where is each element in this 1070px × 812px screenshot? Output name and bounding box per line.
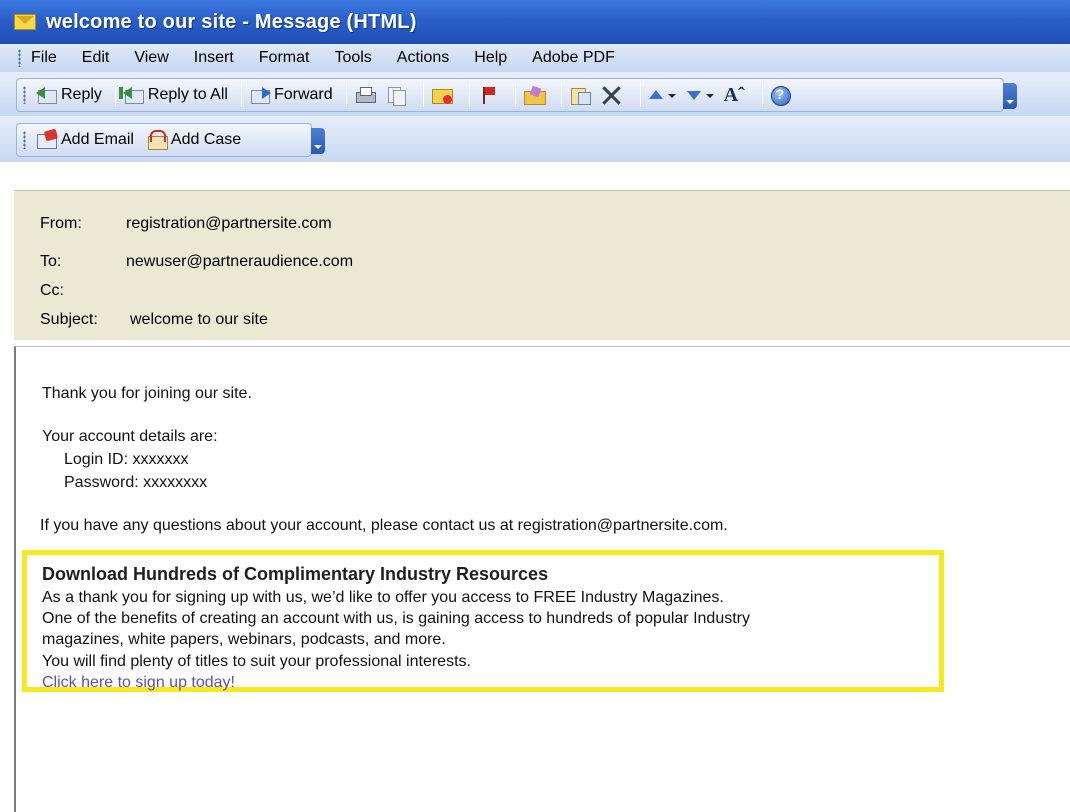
toolbar-separator: [639, 83, 641, 107]
add-email-label: Add Email: [61, 131, 134, 148]
toolbar-separator: [514, 83, 516, 107]
menu-edit[interactable]: Edit: [82, 49, 110, 67]
toolbar-separator: [114, 83, 116, 107]
forward-label: Forward: [273, 86, 333, 103]
toolbar-separator: [761, 83, 763, 107]
body-password: Password: xxxxxxxx: [64, 474, 208, 491]
delete-icon: [600, 85, 624, 105]
reply-all-button[interactable]: Reply to All: [122, 85, 228, 105]
toolbar-grip-icon[interactable]: [23, 86, 26, 104]
menu-format[interactable]: Format: [259, 49, 310, 67]
move-to-folder-button[interactable]: [569, 85, 594, 105]
forward-icon: [249, 85, 271, 105]
add-email-button[interactable]: Add Email: [36, 130, 134, 150]
body-login-id: Login ID: xxxxxxx: [64, 451, 189, 468]
toolbar-separator: [468, 83, 470, 107]
chevron-down-icon: [705, 85, 715, 105]
title-bar: welcome to our site - Message (HTML): [0, 0, 1070, 44]
menu-actions[interactable]: Actions: [397, 49, 449, 67]
font-size-icon: Aˆ: [723, 84, 745, 106]
menu-bar: File Edit View Insert Format Tools Actio…: [0, 44, 1070, 72]
cc-row: Cc:: [40, 282, 126, 300]
cc-label: Cc:: [40, 282, 64, 299]
standard-toolbar: Reply Reply to All Forward Aˆ ?: [16, 78, 1017, 112]
body-account-intro: Your account details are:: [42, 428, 218, 445]
previous-item-button[interactable]: [648, 85, 680, 105]
delete-button[interactable]: [600, 85, 627, 105]
toolbar-separator: [560, 83, 562, 107]
to-value[interactable]: newuser@partneraudience.com: [126, 253, 353, 271]
subject-row: Subject: welcome to our site: [40, 311, 268, 329]
toolbar-grip-icon[interactable]: [23, 131, 26, 149]
subject-value: welcome to our site: [130, 311, 268, 328]
help-button[interactable]: [770, 85, 795, 106]
body-thanks: Thank you for joining our site.: [42, 385, 252, 402]
subject-label: Subject:: [40, 311, 98, 328]
from-row: From: registration@partnersite.com: [40, 215, 332, 233]
reply-all-icon: [122, 85, 145, 105]
promo-line: As a thank you for signing up with us, w…: [42, 589, 724, 606]
reply-all-label: Reply to All: [147, 86, 228, 103]
reply-button[interactable]: Reply: [36, 85, 102, 105]
message-body[interactable]: Thank you for joining our site. Your acc…: [14, 346, 1070, 812]
next-item-button[interactable]: [686, 85, 718, 105]
addin-toolbar: Add Email Add Case: [16, 123, 325, 157]
chevron-down-icon: [667, 85, 677, 105]
toolbar-separator: [240, 83, 242, 107]
mark-unread-icon: [431, 85, 453, 105]
from-label: From:: [40, 215, 82, 232]
window-title: welcome to our site - Message (HTML): [46, 10, 417, 33]
message-window: welcome to our site - Message (HTML) Fil…: [0, 0, 1070, 812]
copy-button[interactable]: [385, 85, 410, 106]
next-item-icon: [686, 85, 702, 105]
toolbar-options-button[interactable]: [1003, 83, 1017, 109]
promo-line: You will find plenty of titles to suit y…: [42, 653, 471, 670]
toolbar-separator: [422, 83, 424, 107]
menu-tools[interactable]: Tools: [334, 49, 371, 67]
to-row: To: newuser@partneraudience.com: [40, 253, 353, 271]
reply-label: Reply: [61, 86, 102, 103]
menu-adobe-pdf[interactable]: Adobe PDF: [532, 49, 615, 67]
promo-line: One of the benefits of creating an accou…: [42, 610, 750, 627]
previous-item-icon: [648, 85, 664, 105]
toolbar-options-button[interactable]: [311, 128, 325, 154]
move-to-folder-icon: [569, 85, 591, 105]
folder-icon: [523, 85, 546, 105]
help-icon: [770, 85, 792, 106]
forward-button[interactable]: Forward: [249, 85, 333, 105]
menu-insert[interactable]: Insert: [194, 49, 234, 67]
flag-icon: [477, 85, 499, 105]
add-case-label: Add Case: [170, 131, 242, 148]
standard-toolbar-row: Reply Reply to All Forward Aˆ ?: [0, 72, 1070, 116]
sign-up-link[interactable]: Click here to sign up today!: [42, 674, 235, 692]
print-button[interactable]: [354, 85, 379, 105]
add-case-button[interactable]: Add Case: [146, 130, 241, 150]
menu-grip-icon[interactable]: [18, 49, 21, 67]
to-label: To:: [40, 253, 62, 270]
addin-toolbar-row: Add Email Add Case: [0, 116, 1070, 162]
menu-help[interactable]: Help: [474, 49, 507, 67]
toolbar-separator: [345, 83, 347, 107]
envelope-icon: [14, 14, 36, 30]
add-case-icon: [146, 130, 168, 150]
menu-view[interactable]: View: [134, 49, 168, 67]
categorize-button[interactable]: [523, 85, 548, 105]
promo-highlight-box: Download Hundreds of Complimentary Indus…: [22, 550, 944, 692]
add-email-icon: [36, 130, 58, 150]
font-size-button[interactable]: Aˆ: [724, 85, 749, 105]
promo-title: Download Hundreds of Complimentary Indus…: [42, 564, 549, 584]
reply-icon: [36, 85, 58, 105]
print-icon: [354, 85, 376, 105]
body-contact: If you have any questions about your acc…: [40, 517, 728, 534]
copy-icon: [385, 85, 407, 106]
mark-unread-button[interactable]: [431, 85, 456, 105]
menu-file[interactable]: File: [31, 49, 57, 67]
message-header: From: registration@partnersite.com To: n…: [14, 190, 1070, 340]
follow-up-flag-button[interactable]: [477, 85, 502, 105]
promo-line: magazines, white papers, webinars, podca…: [42, 631, 446, 648]
from-value[interactable]: registration@partnersite.com: [126, 215, 332, 233]
